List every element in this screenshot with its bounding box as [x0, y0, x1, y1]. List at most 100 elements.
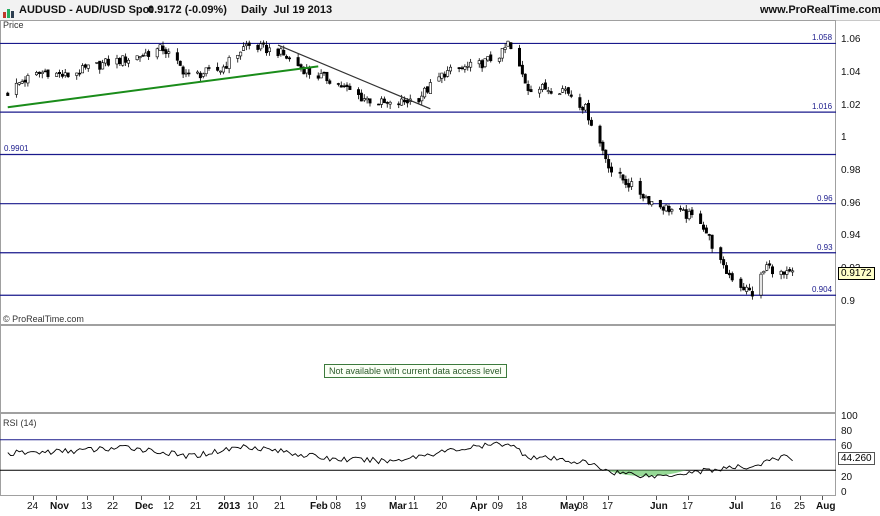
candle [98, 60, 102, 74]
candle [379, 96, 383, 108]
candle [420, 91, 424, 105]
candle [187, 69, 191, 77]
x-tick-label: 16 [770, 501, 782, 512]
uptrend-trendline [7, 65, 319, 109]
rsi-tick-label: 20 [841, 471, 853, 483]
candle [57, 69, 61, 78]
candle [607, 155, 611, 173]
candle [124, 53, 128, 66]
candle [788, 267, 792, 273]
x-tick-label: Nov [50, 501, 69, 512]
candle [382, 96, 386, 104]
candle [279, 45, 283, 57]
candle [466, 61, 470, 71]
x-tick-mark [476, 496, 477, 500]
candle [584, 103, 588, 112]
x-tick-label: Feb [310, 501, 328, 512]
data-access-notice: Not available with current data access l… [324, 364, 507, 378]
x-tick-label: Apr [470, 501, 488, 512]
candle [526, 80, 530, 95]
candle [762, 270, 766, 275]
candle [60, 69, 64, 79]
x-tick-label: 12 [163, 501, 175, 512]
candle [647, 195, 651, 206]
candle [425, 86, 429, 94]
rsi-tick-label: 60 [841, 441, 853, 453]
candle [336, 82, 340, 87]
x-tick-label: 21 [190, 501, 202, 512]
candle [759, 271, 763, 299]
rsi-chart[interactable] [0, 413, 836, 496]
candle [26, 73, 30, 87]
price-tick-label: 0.96 [841, 197, 861, 209]
candle [710, 234, 714, 253]
candle [770, 264, 774, 278]
x-tick-label: 19 [355, 501, 367, 512]
candle [184, 69, 188, 78]
x-tick-label: 17 [682, 501, 694, 512]
candle [164, 47, 168, 59]
candle [78, 69, 82, 77]
candle [417, 97, 421, 104]
candle [115, 54, 119, 69]
x-tick-mark [608, 496, 609, 500]
candle [287, 56, 291, 62]
candle [563, 85, 567, 95]
x-tick-mark [800, 496, 801, 500]
candle [83, 63, 87, 70]
candle [201, 72, 205, 79]
level-label: 1.058 [812, 33, 833, 43]
downtrend-trendline [277, 44, 431, 110]
candle [701, 221, 705, 232]
candle [638, 177, 642, 199]
candle [75, 72, 79, 80]
candle [489, 51, 493, 63]
candle [739, 276, 743, 292]
x-tick-mark [776, 496, 777, 500]
candle [586, 99, 590, 125]
candle [356, 87, 360, 100]
x-tick-mark [196, 496, 197, 500]
candle [6, 91, 10, 96]
candle [624, 175, 628, 189]
symbol-title: AUDUSD - AUD/USD Spot [19, 4, 154, 16]
candle [348, 83, 352, 90]
candle [727, 269, 731, 279]
candle [23, 76, 27, 87]
x-tick-label: 08 [330, 501, 342, 512]
candle [678, 205, 682, 212]
x-tick-mark [113, 496, 114, 500]
x-tick-mark [87, 496, 88, 500]
candle [247, 40, 251, 50]
x-tick-label: Mar [389, 501, 407, 512]
candle [517, 44, 521, 67]
candle [296, 53, 300, 67]
x-tick-mark [583, 496, 584, 500]
candle [742, 283, 746, 291]
price-tick-label: 1 [841, 132, 847, 144]
candle [538, 86, 542, 98]
candle [601, 140, 605, 156]
last-price-change: 0.9172 (-0.09%) [148, 4, 227, 16]
candle [627, 178, 631, 192]
price-chart[interactable] [0, 20, 836, 325]
x-tick-label: Jul [729, 501, 744, 512]
candle [779, 269, 783, 280]
candle [20, 79, 24, 85]
candle [768, 260, 772, 269]
price-tick-label: 1.04 [841, 66, 861, 78]
candle [681, 207, 685, 212]
x-tick-mark [522, 496, 523, 500]
candle [745, 284, 749, 295]
candle [178, 60, 182, 67]
candle [661, 205, 665, 215]
current-price-badge: 0.9172 [838, 266, 875, 280]
x-tick-mark [656, 496, 657, 500]
candle [791, 267, 795, 277]
candle [342, 83, 346, 89]
x-tick-mark [361, 496, 362, 500]
x-tick-label: 20 [436, 501, 448, 512]
site-link[interactable]: www.ProRealTime.com [760, 4, 880, 16]
candle [650, 201, 654, 207]
candle [262, 40, 266, 48]
